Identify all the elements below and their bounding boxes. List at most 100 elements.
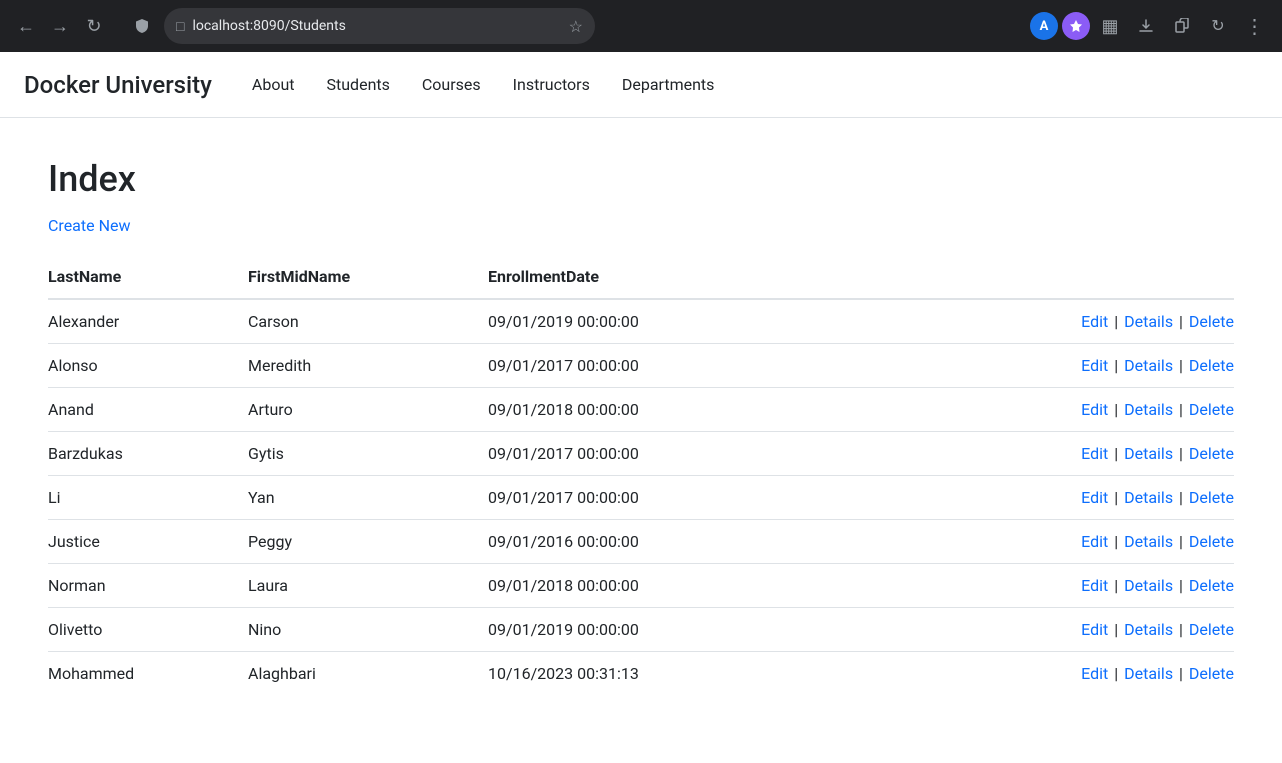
extensions-button[interactable]: ▦ — [1094, 10, 1126, 42]
separator: | — [1110, 620, 1122, 639]
separator: | — [1110, 664, 1122, 683]
cell-lastname: Barzdukas — [48, 432, 248, 476]
separator: | — [1110, 576, 1122, 595]
col-header-enrollmentdate: EnrollmentDate — [488, 259, 748, 299]
nav-instructors[interactable]: Instructors — [497, 67, 606, 102]
details-link[interactable]: Details — [1124, 620, 1173, 639]
delete-link[interactable]: Delete — [1189, 576, 1234, 595]
details-link[interactable]: Details — [1124, 488, 1173, 507]
separator: | — [1175, 444, 1187, 463]
cell-actions: Edit | Details | Delete — [748, 388, 1234, 432]
address-bar[interactable]: □ localhost:8090/Students ☆ — [164, 8, 595, 44]
table-row: AnandArturo09/01/2018 00:00:00Edit | Det… — [48, 388, 1234, 432]
cell-actions: Edit | Details | Delete — [748, 476, 1234, 520]
details-link[interactable]: Details — [1124, 356, 1173, 375]
nav-students[interactable]: Students — [311, 67, 406, 102]
delete-link[interactable]: Delete — [1189, 620, 1234, 639]
edit-link[interactable]: Edit — [1081, 400, 1108, 419]
separator: | — [1110, 400, 1122, 419]
table-row: LiYan09/01/2017 00:00:00Edit | Details |… — [48, 476, 1234, 520]
cell-actions: Edit | Details | Delete — [748, 299, 1234, 344]
cell-actions: Edit | Details | Delete — [748, 608, 1234, 652]
refresh-icon[interactable]: ↻ — [1202, 10, 1234, 42]
extension-icon[interactable] — [1062, 12, 1090, 40]
separator: | — [1110, 356, 1122, 375]
cell-lastname: Olivetto — [48, 608, 248, 652]
edit-link[interactable]: Edit — [1081, 356, 1108, 375]
nav-departments[interactable]: Departments — [606, 67, 731, 102]
nav-about[interactable]: About — [236, 67, 311, 102]
profile-avatar[interactable]: A — [1030, 12, 1058, 40]
table-row: OlivettoNino09/01/2019 00:00:00Edit | De… — [48, 608, 1234, 652]
details-link[interactable]: Details — [1124, 444, 1173, 463]
delete-link[interactable]: Delete — [1189, 488, 1234, 507]
reload-button[interactable]: ↻ — [80, 12, 108, 40]
cell-firstname: Nino — [248, 608, 488, 652]
cell-enrollmentdate: 09/01/2018 00:00:00 — [488, 564, 748, 608]
forward-button[interactable]: → — [46, 12, 74, 40]
details-link[interactable]: Details — [1124, 312, 1173, 331]
separator: | — [1175, 356, 1187, 375]
edit-link[interactable]: Edit — [1081, 576, 1108, 595]
separator: | — [1110, 488, 1122, 507]
details-link[interactable]: Details — [1124, 532, 1173, 551]
cell-lastname: Alonso — [48, 344, 248, 388]
edit-link[interactable]: Edit — [1081, 620, 1108, 639]
page-title: Index — [48, 158, 1234, 200]
cell-firstname: Carson — [248, 299, 488, 344]
delete-link[interactable]: Delete — [1189, 400, 1234, 419]
cell-firstname: Gytis — [248, 432, 488, 476]
separator: | — [1175, 488, 1187, 507]
navbar-brand[interactable]: Docker University — [24, 71, 212, 99]
navbar: Docker University About Students Courses… — [0, 52, 1282, 118]
delete-link[interactable]: Delete — [1189, 532, 1234, 551]
edit-link[interactable]: Edit — [1081, 312, 1108, 331]
cell-enrollmentdate: 09/01/2019 00:00:00 — [488, 608, 748, 652]
col-header-lastname: LastName — [48, 259, 248, 299]
menu-button[interactable]: ⋮ — [1238, 10, 1270, 42]
nav-courses[interactable]: Courses — [406, 67, 497, 102]
cell-firstname: Peggy — [248, 520, 488, 564]
delete-link[interactable]: Delete — [1189, 356, 1234, 375]
table-row: JusticePeggy09/01/2016 00:00:00 Edit | De… — [48, 520, 1234, 564]
cell-enrollmentdate: 10/16/2023 00:31:13 — [488, 652, 748, 696]
download-icon[interactable] — [1130, 10, 1162, 42]
details-link[interactable]: Details — [1124, 400, 1173, 419]
shield-icon — [128, 12, 156, 40]
table-row: BarzdukasGytis09/01/2017 00:00:00Edit | … — [48, 432, 1234, 476]
cell-firstname: Alaghbari — [248, 652, 488, 696]
cell-enrollmentdate: 09/01/2019 00:00:00 — [488, 299, 748, 344]
cell-actions: Edit | Details | Delete — [748, 564, 1234, 608]
delete-link[interactable]: Delete — [1189, 664, 1234, 683]
share-icon[interactable] — [1166, 10, 1198, 42]
table-row: MohammedAlaghbari10/16/2023 00:31:13 Edit… — [48, 652, 1234, 696]
cell-enrollmentdate: 09/01/2017 00:00:00 — [488, 476, 748, 520]
edit-link[interactable]: Edit — [1081, 488, 1108, 507]
edit-link[interactable]: Edit — [1081, 532, 1108, 551]
edit-link[interactable]: Edit — [1081, 664, 1108, 683]
cell-enrollmentdate: 09/01/2016 00:00:00 — [488, 520, 748, 564]
details-link[interactable]: Details — [1124, 664, 1173, 683]
details-link[interactable]: Details — [1124, 576, 1173, 595]
cell-enrollmentdate: 09/01/2017 00:00:00 — [488, 432, 748, 476]
cell-lastname: Mohammed — [48, 652, 248, 696]
cell-firstname: Arturo — [248, 388, 488, 432]
delete-link[interactable]: Delete — [1189, 444, 1234, 463]
url-text: localhost:8090/Students — [192, 18, 560, 34]
separator: | — [1110, 532, 1122, 551]
delete-link[interactable]: Delete — [1189, 312, 1234, 331]
nav-links: About Students Courses Instructors Depar… — [236, 67, 731, 102]
table-row: NormanLaura09/01/2018 00:00:00Edit | Det… — [48, 564, 1234, 608]
bookmark-icon[interactable]: ☆ — [569, 17, 583, 36]
separator: | — [1110, 444, 1122, 463]
cell-actions: Edit | Details | Delete — [748, 344, 1234, 388]
back-button[interactable]: ← — [12, 12, 40, 40]
edit-link[interactable]: Edit — [1081, 444, 1108, 463]
browser-chrome: ← → ↻ □ localhost:8090/Students ☆ A ▦ ↻ … — [0, 0, 1282, 52]
cell-lastname: Anand — [48, 388, 248, 432]
cell-firstname: Yan — [248, 476, 488, 520]
separator: | — [1175, 400, 1187, 419]
create-new-link[interactable]: Create New — [48, 216, 130, 235]
cell-enrollmentdate: 09/01/2017 00:00:00 — [488, 344, 748, 388]
cell-lastname: Justice — [48, 520, 248, 564]
